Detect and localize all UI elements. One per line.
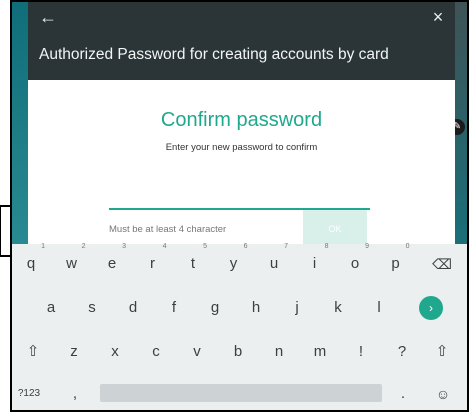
shift-key-right[interactable]: ⇧ (425, 332, 459, 372)
key-m[interactable]: m (303, 332, 337, 372)
key-z[interactable]: z (57, 332, 91, 372)
device-screen: ✎ ← × Authorized Password for creating a… (10, 0, 469, 412)
password-field[interactable] (109, 178, 370, 210)
key-w[interactable]: w2 (55, 243, 89, 284)
period-key[interactable]: . (386, 374, 420, 410)
key-number-hint: 3 (122, 243, 126, 250)
keyboard-row-2: a s d f g h j k l › (12, 288, 467, 330)
space-bar[interactable] (100, 384, 382, 402)
key-number-hint: 9 (365, 243, 369, 250)
backspace-key[interactable]: ⌫ (425, 244, 459, 284)
key-number-hint: 7 (284, 243, 288, 250)
key-x[interactable]: x (98, 332, 132, 372)
key-number-hint: 5 (203, 243, 207, 250)
key-v[interactable]: v (180, 332, 214, 372)
key-f[interactable]: f (157, 288, 191, 328)
symbols-key[interactable]: ?123 (12, 374, 46, 410)
shift-key-left[interactable]: ⇧ (16, 332, 50, 372)
key-number-hint: 1 (41, 243, 45, 250)
ok-button[interactable]: OK (303, 210, 367, 244)
keyboard-row-1: q 1 w 2 e 3 r 4 t 5 y 6 u 7 i 8 o 9 p 0 ⌫ (12, 243, 467, 286)
close-icon[interactable]: × (427, 6, 449, 28)
key-n[interactable]: n (262, 332, 296, 372)
dialog-header: ← × Authorized Password for creating acc… (28, 2, 455, 80)
password-hint: Must be at least 4 character (109, 224, 227, 235)
password-dialog: ← × Authorized Password for creating acc… (28, 2, 455, 244)
key-exclamation[interactable]: ! (344, 332, 378, 372)
soft-keyboard: q 1 w 2 e 3 r 4 t 5 y 6 u 7 i 8 o 9 p 0 ⌫ a s d f g h j k l › ⇧ z x c v b n… (12, 243, 467, 410)
key-s[interactable]: s (75, 288, 109, 328)
key-l[interactable]: l (362, 288, 396, 328)
key-o[interactable]: o9 (338, 243, 372, 284)
key-r[interactable]: r4 (136, 243, 170, 284)
enter-key[interactable]: › (419, 296, 443, 320)
key-number-hint: 2 (81, 243, 86, 250)
key-p[interactable]: p0 (379, 243, 413, 284)
key-number-hint: 6 (243, 243, 248, 250)
confirm-heading: Confirm password (160, 109, 323, 131)
key-q[interactable]: q1 (14, 243, 48, 284)
key-e[interactable]: e3 (95, 243, 129, 284)
dialog-title: Authorized Password for creating account… (39, 46, 389, 63)
key-number-hint: 8 (324, 243, 329, 250)
key-u[interactable]: u7 (257, 243, 291, 284)
keyboard-row-3: ⇧ z x c v b n m!? ⇧ (12, 332, 467, 374)
emoji-key[interactable]: ☺ (426, 374, 460, 410)
key-number-hint: 4 (162, 243, 167, 250)
key-j[interactable]: j (280, 288, 314, 328)
key-y[interactable]: y6 (217, 243, 251, 284)
key-a[interactable]: a (34, 288, 68, 328)
key-k[interactable]: k (321, 288, 355, 328)
key-b[interactable]: b (221, 332, 255, 372)
key-number-hint: 0 (405, 243, 410, 250)
key-t[interactable]: t5 (176, 243, 210, 284)
key-question[interactable]: ? (385, 332, 419, 372)
back-arrow-icon[interactable]: ← (37, 6, 59, 28)
key-i[interactable]: i8 (298, 243, 332, 284)
key-d[interactable]: d (116, 288, 150, 328)
confirm-subtitle: Enter your new password to confirm (165, 142, 318, 153)
comma-key[interactable]: , (58, 374, 92, 410)
key-g[interactable]: g (198, 288, 232, 328)
key-h[interactable]: h (239, 288, 273, 328)
key-c[interactable]: c (139, 332, 173, 372)
